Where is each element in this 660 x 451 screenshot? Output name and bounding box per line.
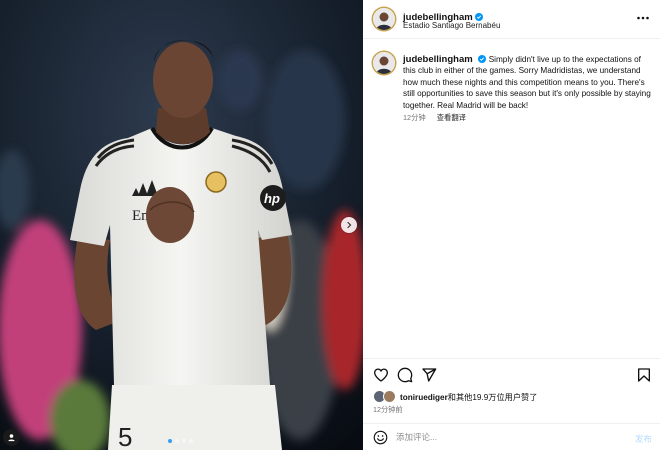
heart-icon[interactable] xyxy=(373,367,389,383)
carousel-dot xyxy=(168,439,172,443)
comment-icon[interactable] xyxy=(397,367,413,383)
svg-text:5: 5 xyxy=(118,422,132,450)
post-media: 5 hp Emirates xyxy=(0,0,363,450)
likes-summary[interactable]: toniruediger和其他19.9万位用户赞了 xyxy=(373,390,537,403)
carousel-dot xyxy=(175,439,179,443)
comment-input[interactable] xyxy=(396,429,616,445)
bookmark-icon[interactable] xyxy=(636,367,652,383)
post-timestamp: 12分钟前 xyxy=(373,405,403,414)
caption-username[interactable]: judebellingham xyxy=(403,54,473,65)
carousel-dot xyxy=(189,439,193,443)
action-bar xyxy=(363,358,660,391)
post-time: 12分钟 xyxy=(403,113,426,122)
liker-avatar xyxy=(383,390,396,403)
user-tag-button[interactable] xyxy=(3,429,20,446)
translate-link[interactable]: 查看翻译 xyxy=(437,113,466,122)
author-avatar[interactable] xyxy=(373,8,395,30)
carousel-dot xyxy=(182,439,186,443)
post-header: judebellingham Estadio Santiago Bernabéu xyxy=(363,0,660,39)
liker-avatars xyxy=(373,390,396,403)
comment-box: 发布 xyxy=(363,423,660,451)
post-photo: 5 hp Emirates xyxy=(0,0,363,450)
share-icon[interactable] xyxy=(421,367,437,383)
carousel-next-button[interactable] xyxy=(341,217,357,233)
emoji-icon[interactable] xyxy=(373,430,388,445)
verified-icon xyxy=(474,13,483,21)
caption-meta: 12分钟 查看翻译 xyxy=(403,113,466,123)
svg-text:hp: hp xyxy=(264,191,280,206)
likes-username[interactable]: toniruediger xyxy=(400,393,448,402)
post-comment-button[interactable]: 发布 xyxy=(635,433,652,445)
carousel-indicator xyxy=(168,439,193,443)
post-caption: judebellingham Simply didn't live up to t… xyxy=(403,54,651,111)
user-tag-icon xyxy=(8,434,15,442)
post-details-panel: judebellingham Estadio Santiago Bernabéu… xyxy=(363,0,660,450)
caption-avatar[interactable] xyxy=(373,52,395,74)
chevron-right-icon xyxy=(347,221,352,229)
more-options-icon[interactable] xyxy=(636,11,650,25)
post-location[interactable]: Estadio Santiago Bernabéu xyxy=(403,21,500,30)
verified-icon xyxy=(477,55,486,63)
likes-count-text: 和其他19.9万位用户赞了 xyxy=(447,392,538,402)
